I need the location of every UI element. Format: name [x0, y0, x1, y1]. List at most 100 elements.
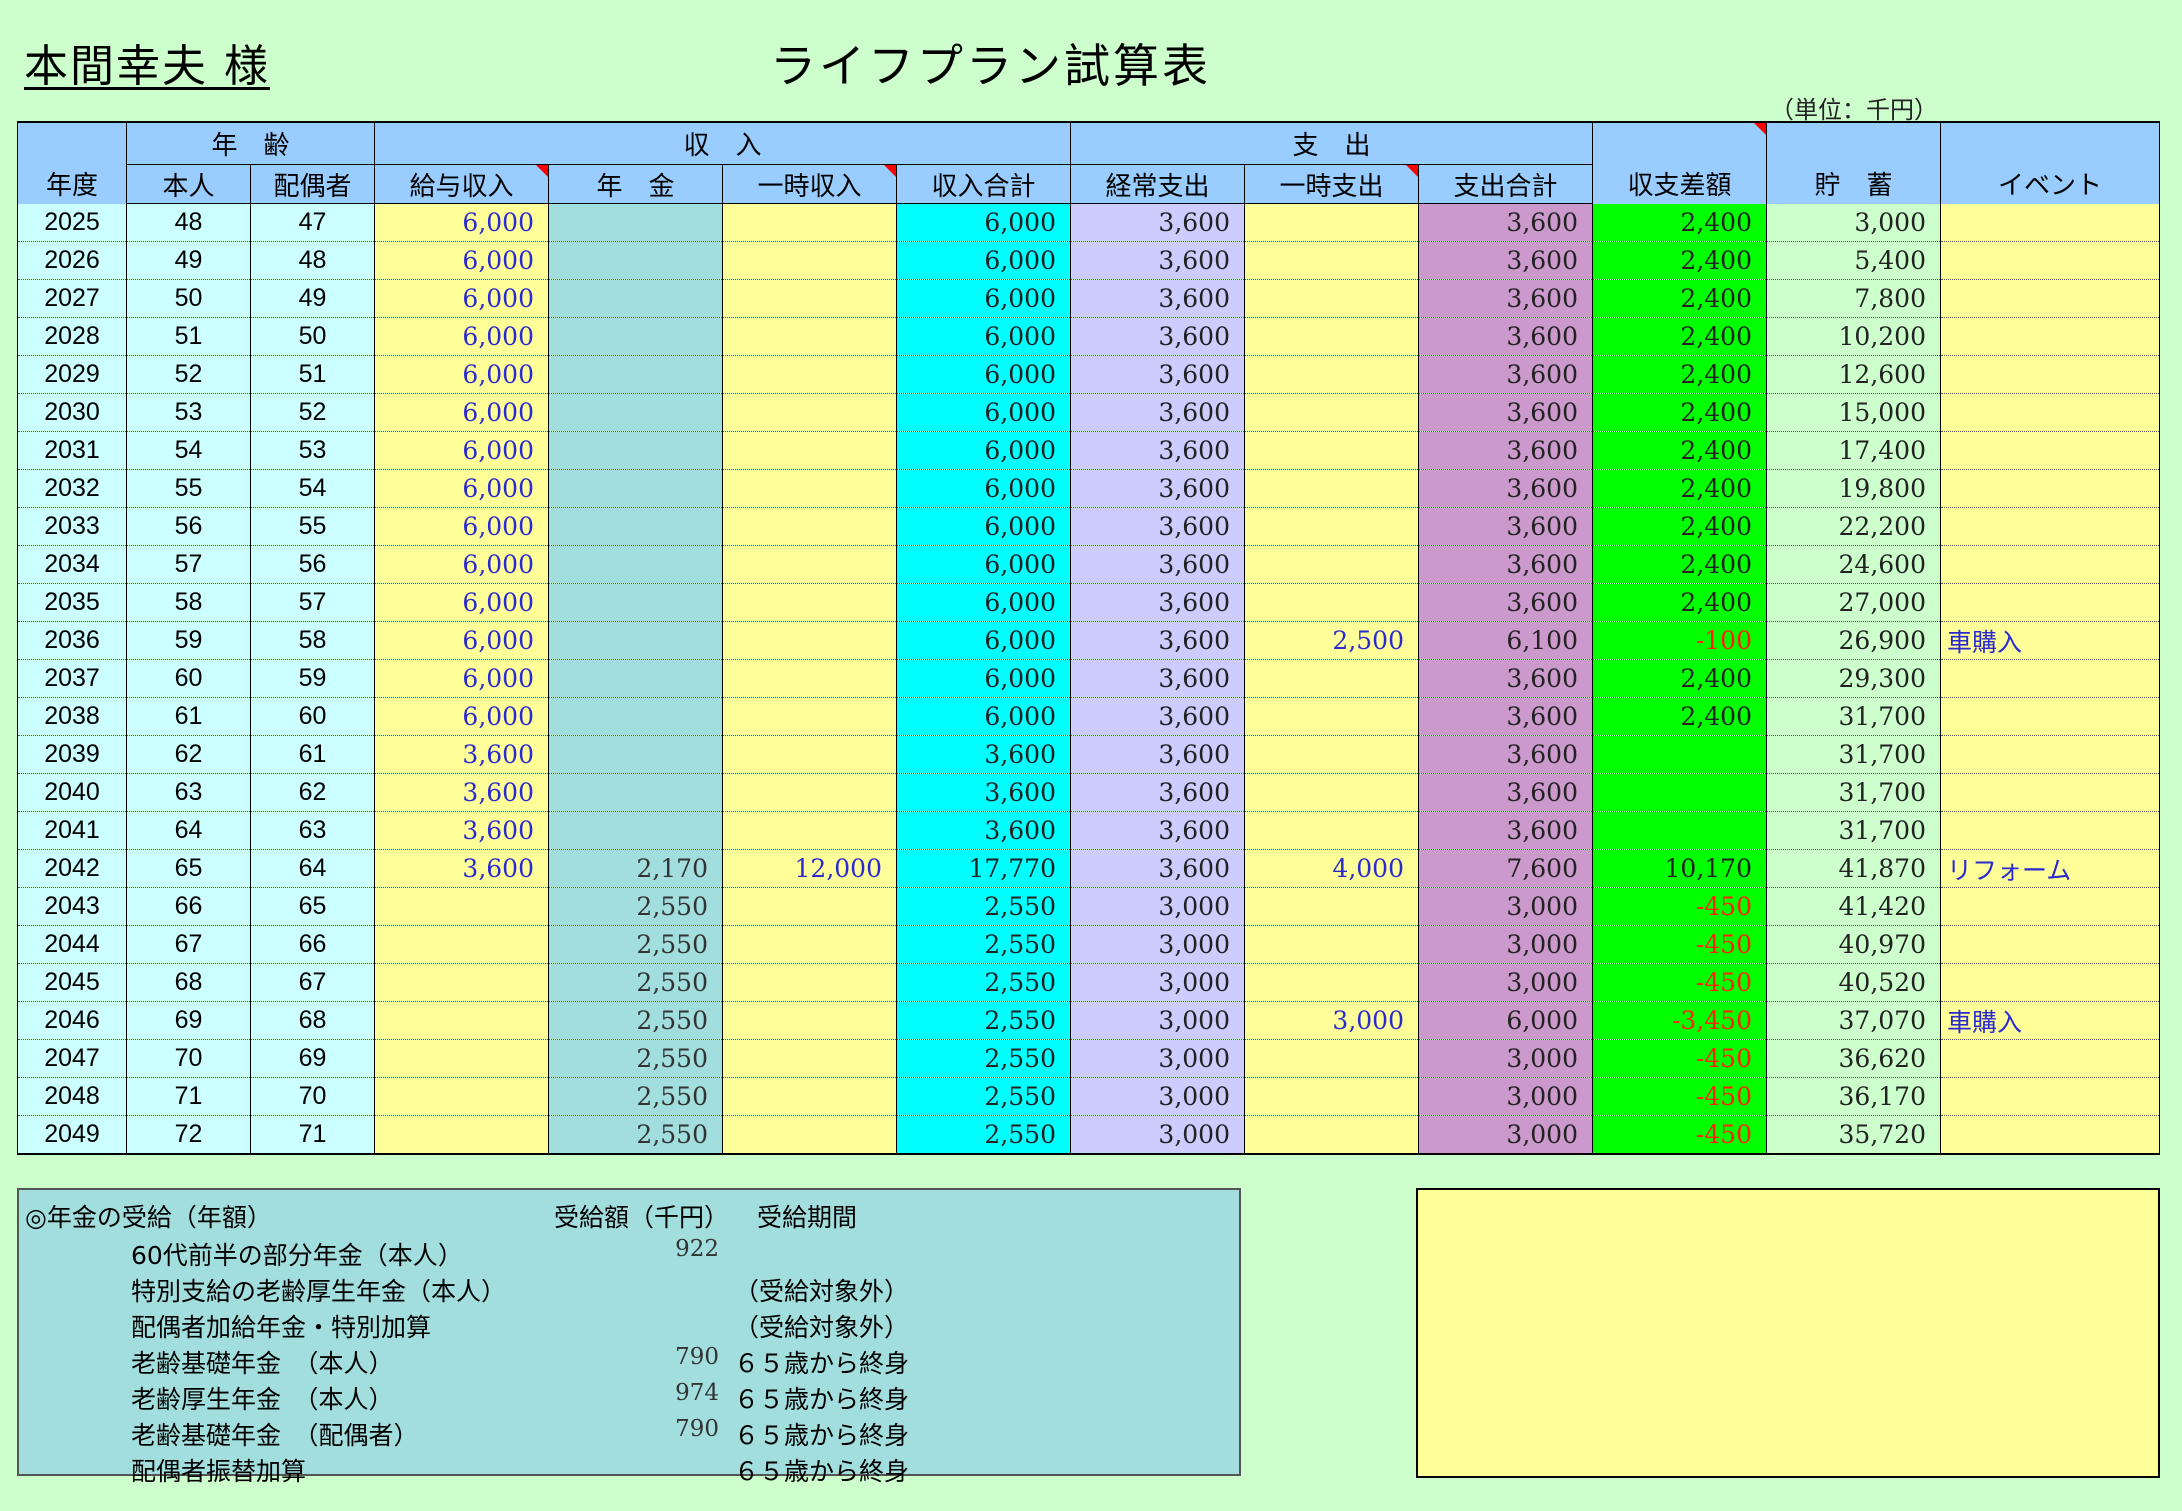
regular-expense-cell[interactable]: 3,000 [1070, 963, 1245, 1002]
temp-expense-cell[interactable]: 4,000 [1244, 849, 1419, 888]
regular-expense-cell[interactable]: 3,600 [1070, 469, 1245, 508]
header-temp-income[interactable]: 一時収入 [722, 164, 897, 204]
temp-income-cell[interactable] [722, 241, 897, 280]
temp-income-cell[interactable] [722, 355, 897, 394]
temp-income-cell[interactable] [722, 203, 897, 242]
regular-expense-cell[interactable]: 3,600 [1070, 507, 1245, 546]
temp-income-cell[interactable] [722, 925, 897, 964]
regular-expense-cell[interactable]: 3,600 [1070, 735, 1245, 774]
temp-income-cell[interactable] [722, 1039, 897, 1078]
temp-expense-cell[interactable] [1244, 735, 1419, 774]
temp-expense-cell[interactable] [1244, 773, 1419, 812]
salary-cell[interactable] [374, 1039, 549, 1078]
temp-expense-cell[interactable] [1244, 545, 1419, 584]
temp-income-cell[interactable] [722, 621, 897, 660]
event-cell[interactable] [1940, 203, 2160, 242]
salary-cell[interactable]: 6,000 [374, 431, 549, 470]
salary-cell[interactable] [374, 887, 549, 926]
event-cell[interactable] [1940, 697, 2160, 736]
event-cell[interactable] [1940, 659, 2160, 698]
temp-income-cell[interactable] [722, 507, 897, 546]
regular-expense-cell[interactable]: 3,600 [1070, 431, 1245, 470]
event-cell[interactable]: 車購入 [1940, 621, 2160, 660]
temp-income-cell[interactable]: 12,000 [722, 849, 897, 888]
salary-cell[interactable]: 6,000 [374, 507, 549, 546]
regular-expense-cell[interactable]: 3,600 [1070, 355, 1245, 394]
temp-income-cell[interactable] [722, 1077, 897, 1116]
salary-cell[interactable]: 6,000 [374, 659, 549, 698]
temp-income-cell[interactable] [722, 697, 897, 736]
event-cell[interactable] [1940, 925, 2160, 964]
regular-expense-cell[interactable]: 3,000 [1070, 1115, 1245, 1155]
salary-cell[interactable]: 3,600 [374, 811, 549, 850]
salary-cell[interactable]: 6,000 [374, 621, 549, 660]
salary-cell[interactable] [374, 925, 549, 964]
event-cell[interactable] [1940, 1115, 2160, 1155]
temp-expense-cell[interactable] [1244, 963, 1419, 1002]
salary-cell[interactable]: 6,000 [374, 469, 549, 508]
event-cell[interactable] [1940, 773, 2160, 812]
temp-expense-cell[interactable] [1244, 925, 1419, 964]
salary-cell[interactable]: 6,000 [374, 279, 549, 318]
temp-expense-cell[interactable] [1244, 279, 1419, 318]
regular-expense-cell[interactable]: 3,600 [1070, 317, 1245, 356]
temp-expense-cell[interactable] [1244, 1039, 1419, 1078]
regular-expense-cell[interactable]: 3,600 [1070, 203, 1245, 242]
salary-cell[interactable] [374, 963, 549, 1002]
regular-expense-cell[interactable]: 3,600 [1070, 849, 1245, 888]
temp-income-cell[interactable] [722, 545, 897, 584]
event-cell[interactable] [1940, 469, 2160, 508]
regular-expense-cell[interactable]: 3,000 [1070, 925, 1245, 964]
event-cell[interactable] [1940, 887, 2160, 926]
memo-box[interactable] [1416, 1188, 2160, 1478]
temp-expense-cell[interactable]: 2,500 [1244, 621, 1419, 660]
salary-cell[interactable]: 6,000 [374, 203, 549, 242]
event-cell[interactable] [1940, 1077, 2160, 1116]
salary-cell[interactable]: 6,000 [374, 317, 549, 356]
salary-cell[interactable]: 3,600 [374, 849, 549, 888]
header-temp-expense[interactable]: 一時支出 [1244, 164, 1419, 204]
temp-expense-cell[interactable] [1244, 659, 1419, 698]
salary-cell[interactable]: 3,600 [374, 735, 549, 774]
temp-income-cell[interactable] [722, 1001, 897, 1040]
salary-cell[interactable]: 6,000 [374, 355, 549, 394]
header-salary[interactable]: 給与収入 [374, 164, 549, 204]
event-cell[interactable] [1940, 241, 2160, 280]
event-cell[interactable] [1940, 963, 2160, 1002]
regular-expense-cell[interactable]: 3,600 [1070, 393, 1245, 432]
event-cell[interactable] [1940, 355, 2160, 394]
temp-expense-cell[interactable] [1244, 393, 1419, 432]
temp-expense-cell[interactable] [1244, 203, 1419, 242]
regular-expense-cell[interactable]: 3,600 [1070, 773, 1245, 812]
regular-expense-cell[interactable]: 3,600 [1070, 811, 1245, 850]
salary-cell[interactable]: 6,000 [374, 393, 549, 432]
event-cell[interactable]: リフォーム [1940, 849, 2160, 888]
temp-expense-cell[interactable] [1244, 1115, 1419, 1155]
regular-expense-cell[interactable]: 3,600 [1070, 279, 1245, 318]
temp-expense-cell[interactable]: 3,000 [1244, 1001, 1419, 1040]
regular-expense-cell[interactable]: 3,000 [1070, 1077, 1245, 1116]
regular-expense-cell[interactable]: 3,600 [1070, 545, 1245, 584]
regular-expense-cell[interactable]: 3,000 [1070, 1039, 1245, 1078]
event-cell[interactable] [1940, 317, 2160, 356]
temp-expense-cell[interactable] [1244, 887, 1419, 926]
temp-expense-cell[interactable] [1244, 697, 1419, 736]
temp-expense-cell[interactable] [1244, 1077, 1419, 1116]
event-cell[interactable] [1940, 279, 2160, 318]
temp-expense-cell[interactable] [1244, 317, 1419, 356]
temp-expense-cell[interactable] [1244, 241, 1419, 280]
temp-expense-cell[interactable] [1244, 469, 1419, 508]
regular-expense-cell[interactable]: 3,600 [1070, 621, 1245, 660]
temp-expense-cell[interactable] [1244, 507, 1419, 546]
event-cell[interactable] [1940, 1039, 2160, 1078]
temp-income-cell[interactable] [722, 583, 897, 622]
temp-expense-cell[interactable] [1244, 355, 1419, 394]
regular-expense-cell[interactable]: 3,000 [1070, 887, 1245, 926]
event-cell[interactable] [1940, 545, 2160, 584]
temp-income-cell[interactable] [722, 887, 897, 926]
temp-income-cell[interactable] [722, 963, 897, 1002]
event-cell[interactable] [1940, 811, 2160, 850]
temp-income-cell[interactable] [722, 469, 897, 508]
event-cell[interactable] [1940, 583, 2160, 622]
salary-cell[interactable]: 6,000 [374, 241, 549, 280]
